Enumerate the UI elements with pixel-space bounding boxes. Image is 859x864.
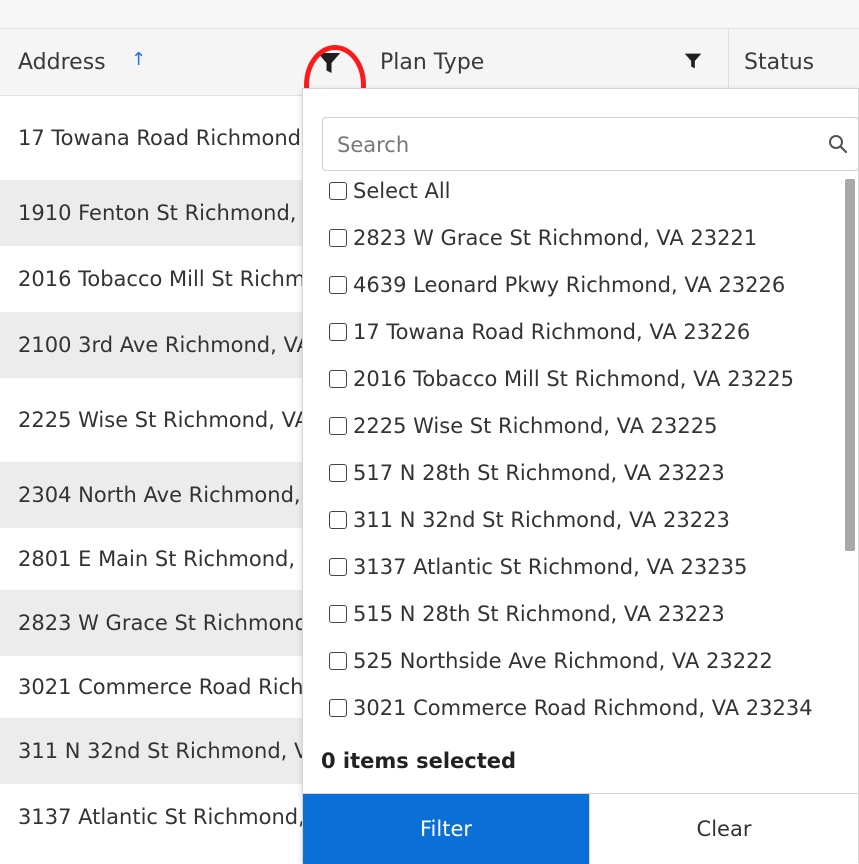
toolbar-strip — [0, 0, 859, 28]
option-label: Select All — [353, 179, 451, 203]
grid-header: Address ↑ Plan Type Status — [0, 28, 859, 125]
filter-option[interactable]: 4639 Leonard Pkwy Richmond, VA 23226 — [329, 268, 785, 302]
checkbox[interactable] — [329, 417, 347, 435]
scrollbar[interactable] — [843, 179, 857, 721]
column-header-plan-type-label: Plan Type — [380, 49, 485, 75]
column-header-plan-type[interactable]: Plan Type — [380, 29, 484, 95]
filter-option[interactable]: 2016 Tobacco Mill St Richmond, VA 23225 — [329, 362, 794, 396]
filter-icon[interactable] — [682, 50, 704, 72]
popup-footer: Filter Clear — [303, 793, 858, 864]
column-divider — [728, 29, 729, 95]
filter-option[interactable]: 525 Northside Ave Richmond, VA 23222 — [329, 644, 773, 678]
select-all-option[interactable]: Select All — [329, 179, 451, 208]
checkbox[interactable] — [329, 652, 347, 670]
column-header-status[interactable]: Status — [744, 29, 814, 95]
filter-button[interactable]: Filter — [303, 794, 589, 864]
option-label: 3137 Atlantic St Richmond, VA 23235 — [353, 555, 748, 579]
filter-option[interactable]: 515 N 28th St Richmond, VA 23223 — [329, 597, 725, 631]
checkbox[interactable] — [329, 605, 347, 623]
scrollbar-thumb[interactable] — [845, 179, 855, 551]
checkbox[interactable] — [329, 370, 347, 388]
filter-option[interactable]: 17 Towana Road Richmond, VA 23226 — [329, 315, 750, 349]
option-label: 3021 Commerce Road Richmond, VA 23234 — [353, 696, 813, 720]
filter-option[interactable]: 517 N 28th St Richmond, VA 23223 — [329, 456, 725, 490]
checkbox[interactable] — [329, 276, 347, 294]
option-label: 525 Northside Ave Richmond, VA 23222 — [353, 649, 773, 673]
checkbox[interactable] — [329, 699, 347, 717]
column-header-address-label: Address — [18, 49, 106, 75]
option-label: 517 N 28th St Richmond, VA 23223 — [353, 461, 725, 485]
option-label: 2823 W Grace St Richmond, VA 23221 — [353, 226, 758, 250]
filter-option[interactable]: 3021 Commerce Road Richmond, VA 23234 — [329, 691, 813, 721]
filter-options-list: Select All 2823 W Grace St Richmond, VA … — [303, 179, 843, 721]
column-header-address[interactable]: Address — [18, 29, 106, 95]
checkbox[interactable] — [329, 182, 347, 200]
option-label: 17 Towana Road Richmond, VA 23226 — [353, 320, 751, 344]
checkbox[interactable] — [329, 323, 347, 341]
search-icon — [829, 135, 848, 154]
checkbox[interactable] — [329, 229, 347, 247]
option-label: 2016 Tobacco Mill St Richmond, VA 23225 — [353, 367, 795, 391]
option-label: 311 N 32nd St Richmond, VA 23223 — [353, 508, 730, 532]
checkbox[interactable] — [329, 464, 347, 482]
option-label: 2225 Wise St Richmond, VA 23225 — [353, 414, 718, 438]
checkbox[interactable] — [329, 558, 347, 576]
checkbox[interactable] — [329, 511, 347, 529]
filter-option[interactable]: 2823 W Grace St Richmond, VA 23221 — [329, 221, 757, 255]
filter-popup: Select All 2823 W Grace St Richmond, VA … — [302, 88, 859, 864]
filter-option[interactable]: 2225 Wise St Richmond, VA 23225 — [329, 409, 717, 443]
clear-button[interactable]: Clear — [589, 794, 858, 864]
search-input[interactable] — [335, 128, 809, 162]
filter-option[interactable]: 3137 Atlantic St Richmond, VA 23235 — [329, 550, 747, 584]
selected-count: 0 items selected — [321, 749, 517, 773]
search-box — [322, 117, 859, 171]
option-label: 515 N 28th St Richmond, VA 23223 — [353, 602, 725, 626]
sort-ascending-icon[interactable]: ↑ — [131, 49, 146, 70]
option-label: 4639 Leonard Pkwy Richmond, VA 23226 — [353, 273, 786, 297]
filter-option[interactable]: 311 N 32nd St Richmond, VA 23223 — [329, 503, 730, 537]
column-header-status-label: Status — [744, 49, 815, 75]
